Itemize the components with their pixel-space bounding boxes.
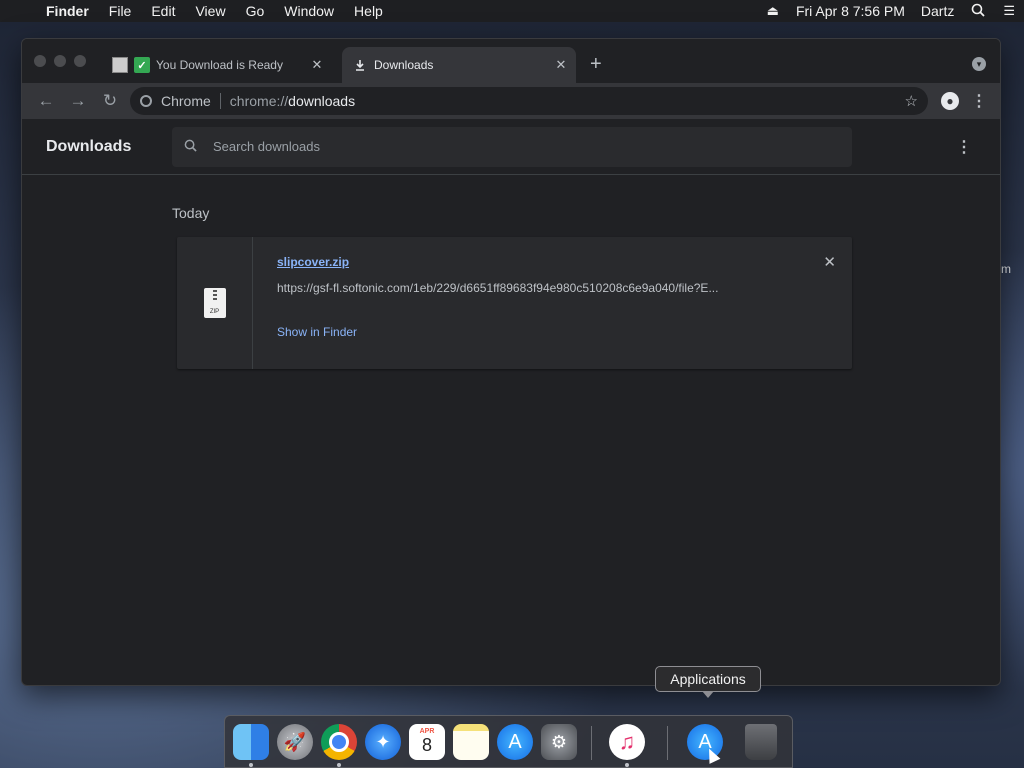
profile-avatar-icon[interactable]: ● — [934, 92, 966, 110]
forward-arrow-icon[interactable]: → — [62, 91, 94, 111]
browser-toolbar: ← → ↻ Chrome chrome:// downloads ☆ ● ⋮ — [22, 83, 1000, 119]
download-file-icon-column: ZIP — [177, 237, 253, 369]
notification-center-icon[interactable]: ☰ — [994, 3, 1024, 19]
date-section-label: Today — [172, 205, 210, 221]
close-window-button[interactable] — [34, 55, 46, 67]
menu-window[interactable]: Window — [274, 3, 344, 19]
url-path: downloads — [288, 93, 356, 109]
desktop-edge-text: m — [1001, 262, 1011, 276]
check-icon: ✓ — [134, 57, 150, 73]
tab-title: Downloads — [374, 58, 434, 72]
finder-icon[interactable] — [233, 724, 269, 760]
trash-icon[interactable] — [745, 724, 777, 760]
zip-file-icon: ZIP — [203, 288, 226, 318]
remove-download-close-icon[interactable]: ✕ — [823, 253, 836, 271]
zoom-window-button[interactable] — [74, 55, 86, 67]
calendar-icon[interactable]: APR 8 — [409, 724, 445, 760]
download-filename-link[interactable]: slipcover.zip — [277, 255, 852, 269]
bookmark-star-icon[interactable]: ☆ — [905, 92, 918, 110]
back-arrow-icon[interactable]: ← — [30, 91, 62, 111]
notes-icon[interactable] — [453, 724, 489, 760]
menu-bar: Finder File Edit View Go Window Help ⏏ F… — [0, 0, 1024, 22]
address-bar[interactable]: Chrome chrome:// downloads ☆ — [130, 87, 928, 115]
tab-downloads[interactable]: Downloads ✕ — [342, 47, 576, 83]
download-source-url[interactable]: https://gsf-fl.softonic.com/1eb/229/d665… — [277, 281, 777, 295]
menu-clock[interactable]: Fri Apr 8 7:56 PM — [788, 3, 913, 19]
show-in-finder-link[interactable]: Show in Finder — [277, 325, 852, 339]
menu-view[interactable]: View — [185, 3, 235, 19]
dock-separator — [667, 726, 668, 760]
running-indicator — [337, 763, 341, 767]
window-controls — [34, 55, 86, 67]
tab-title: You Download is Ready — [156, 58, 283, 72]
url-scheme-host: chrome:// — [229, 93, 289, 109]
system-preferences-icon[interactable]: ⚙ — [541, 724, 577, 760]
eject-icon[interactable]: ⏏ — [758, 3, 788, 19]
menu-user[interactable]: Dartz — [913, 3, 962, 19]
download-info: slipcover.zip https://gsf-fl.softonic.co… — [253, 237, 852, 369]
menu-edit[interactable]: Edit — [141, 3, 185, 19]
downloads-more-menu-icon[interactable]: ⋮ — [956, 137, 972, 157]
minimize-window-button[interactable] — [54, 55, 66, 67]
tab-close-icon[interactable]: ✕ — [550, 57, 572, 73]
tab-search-chevron-icon[interactable]: ▾ — [972, 57, 986, 71]
search-icon — [184, 139, 197, 155]
download-icon — [352, 57, 368, 73]
tab-close-icon[interactable]: ✕ — [306, 57, 328, 73]
site-favicon-icon — [112, 57, 128, 73]
app-store-icon[interactable]: A — [497, 724, 533, 760]
dock-tooltip: Applications — [655, 666, 761, 698]
menu-file[interactable]: File — [99, 3, 142, 19]
downloads-header: Downloads Search downloads ⋮ — [22, 119, 1000, 175]
menu-help[interactable]: Help — [344, 3, 393, 19]
running-indicator — [249, 763, 253, 767]
itunes-icon[interactable]: ♫ — [609, 724, 645, 760]
running-indicator — [625, 763, 629, 767]
tab-strip: ✓ You Download is Ready ✕ Downloads ✕ + … — [22, 39, 1000, 83]
reload-icon[interactable]: ↻ — [94, 91, 126, 111]
chrome-logo-icon — [140, 95, 152, 107]
chrome-icon[interactable] — [321, 724, 357, 760]
menu-go[interactable]: Go — [236, 3, 275, 19]
dock-separator — [591, 726, 592, 760]
search-downloads-field[interactable]: Search downloads — [172, 126, 852, 167]
menu-app-name[interactable]: Finder — [36, 3, 99, 19]
safari-icon[interactable]: ✦ — [365, 724, 401, 760]
search-placeholder: Search downloads — [213, 139, 320, 154]
spotlight-search-icon[interactable] — [962, 3, 994, 20]
new-tab-plus-icon[interactable]: + — [590, 53, 602, 76]
security-label: Chrome — [161, 93, 211, 109]
chrome-window: ✓ You Download is Ready ✕ Downloads ✕ + … — [21, 38, 1001, 686]
downloads-list: Today ZIP slipcover.zip https://gsf-fl.s… — [22, 175, 1000, 649]
tab-download-ready[interactable]: ✓ You Download is Ready ✕ — [102, 47, 332, 83]
page-title: Downloads — [46, 137, 132, 155]
download-item: ZIP slipcover.zip https://gsf-fl.softoni… — [177, 237, 852, 369]
launchpad-icon[interactable]: 🚀 — [277, 724, 313, 760]
chrome-menu-icon[interactable]: ⋮ — [966, 91, 992, 111]
security-chip[interactable]: Chrome — [140, 93, 221, 109]
